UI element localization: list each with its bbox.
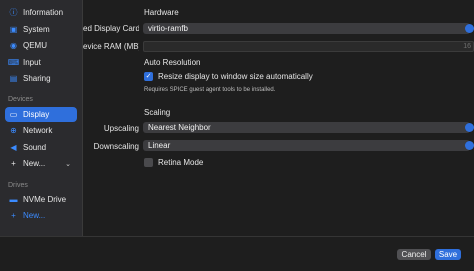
- cancel-button[interactable]: Cancel: [397, 249, 431, 260]
- hardware-header: Hardware: [144, 8, 179, 17]
- display-icon: ▭: [9, 110, 18, 119]
- scaling-header: Scaling: [144, 108, 171, 117]
- sidebar: ⓘ Information ▣ System ◉ QEMU ⌨ Input ▤ …: [0, 0, 83, 236]
- resize-display-label: Resize display to window size automatica…: [158, 72, 313, 81]
- globe-icon: ⊕: [10, 126, 17, 135]
- sidebar-item-network[interactable]: ⊕ Network: [5, 123, 77, 138]
- footer-bar: Cancel Save: [0, 236, 474, 271]
- display-card-select[interactable]: virtio-ramfb: [143, 23, 474, 34]
- sidebar-item-sharing[interactable]: ▤ Sharing: [5, 71, 77, 86]
- upscaling-value: Nearest Neighbor: [148, 123, 211, 132]
- plus-icon: +: [11, 211, 16, 220]
- retina-mode-row[interactable]: Retina Mode: [144, 158, 203, 167]
- vram-label: evice RAM (MB): [83, 42, 139, 51]
- downscaling-label: Downscaling: [93, 142, 139, 151]
- sidebar-item-new-drive[interactable]: + New...: [5, 208, 77, 223]
- sidebar-item-information[interactable]: ⓘ Information: [5, 5, 77, 20]
- settings-window: ⓘ Information ▣ System ◉ QEMU ⌨ Input ▤ …: [0, 0, 474, 271]
- sidebar-item-nvme-drive[interactable]: ▬ NVMe Drive: [5, 192, 77, 207]
- upscaling-select[interactable]: Nearest Neighbor: [143, 122, 474, 133]
- sidebar-item-sound[interactable]: ◀ Sound: [5, 140, 77, 155]
- save-button[interactable]: Save: [435, 249, 461, 260]
- drive-icon: ▬: [9, 195, 18, 204]
- upscaling-label: Upscaling: [103, 124, 139, 133]
- sidebar-item-label: QEMU: [23, 41, 47, 50]
- keyboard-icon: ⌨: [7, 58, 20, 67]
- sidebar-item-label: Display: [23, 110, 50, 119]
- chevron-updown-icon: [465, 123, 474, 132]
- sidebar-item-label: NVMe Drive: [23, 195, 67, 204]
- display-card-value: virtio-ramfb: [148, 24, 189, 33]
- chevron-updown-icon: [465, 24, 474, 33]
- chevron-down-icon: ⌄: [65, 160, 71, 168]
- share-icon: ▤: [9, 74, 18, 83]
- sidebar-item-label: Sharing: [23, 74, 51, 83]
- speaker-icon: ◀: [10, 143, 17, 152]
- cpu-icon: ▣: [9, 25, 18, 34]
- drives-section-label: Drives: [8, 182, 28, 189]
- auto-resolution-header: Auto Resolution: [144, 58, 201, 67]
- sidebar-item-label: System: [23, 25, 50, 34]
- sidebar-item-input[interactable]: ⌨ Input: [5, 55, 77, 70]
- qemu-icon: ◉: [10, 41, 17, 50]
- display-settings-pane: Hardware ed Display Card virtio-ramfb ev…: [83, 0, 474, 236]
- downscaling-select[interactable]: Linear: [143, 140, 474, 151]
- display-card-label: ed Display Card: [83, 24, 139, 33]
- plus-icon: +: [11, 159, 16, 168]
- vram-field[interactable]: 16: [143, 41, 474, 52]
- info-circle-icon: ⓘ: [9, 8, 18, 17]
- resize-display-row[interactable]: ✓ Resize display to window size automati…: [144, 72, 313, 81]
- sidebar-item-label: Information: [23, 8, 64, 17]
- retina-mode-checkbox[interactable]: [144, 158, 153, 167]
- retina-mode-label: Retina Mode: [158, 158, 204, 167]
- sidebar-item-display[interactable]: ▭ Display: [5, 107, 77, 122]
- downscaling-value: Linear: [148, 141, 171, 150]
- sidebar-item-label: New...: [23, 211, 46, 220]
- chevron-updown-icon: [465, 141, 474, 150]
- devices-section-label: Devices: [8, 96, 33, 103]
- spice-requirement-note: Requires SPICE guest agent tools to be i…: [144, 87, 276, 93]
- sidebar-item-label: Sound: [23, 143, 47, 152]
- resize-display-checkbox[interactable]: ✓: [144, 72, 153, 81]
- sidebar-item-label: Input: [23, 58, 41, 67]
- sidebar-item-label: Network: [23, 126, 53, 135]
- sidebar-item-system[interactable]: ▣ System: [5, 22, 77, 37]
- sidebar-item-qemu[interactable]: ◉ QEMU: [5, 38, 77, 53]
- sidebar-item-new-device[interactable]: + New... ⌄: [5, 156, 77, 171]
- sidebar-item-label: New...: [23, 159, 46, 168]
